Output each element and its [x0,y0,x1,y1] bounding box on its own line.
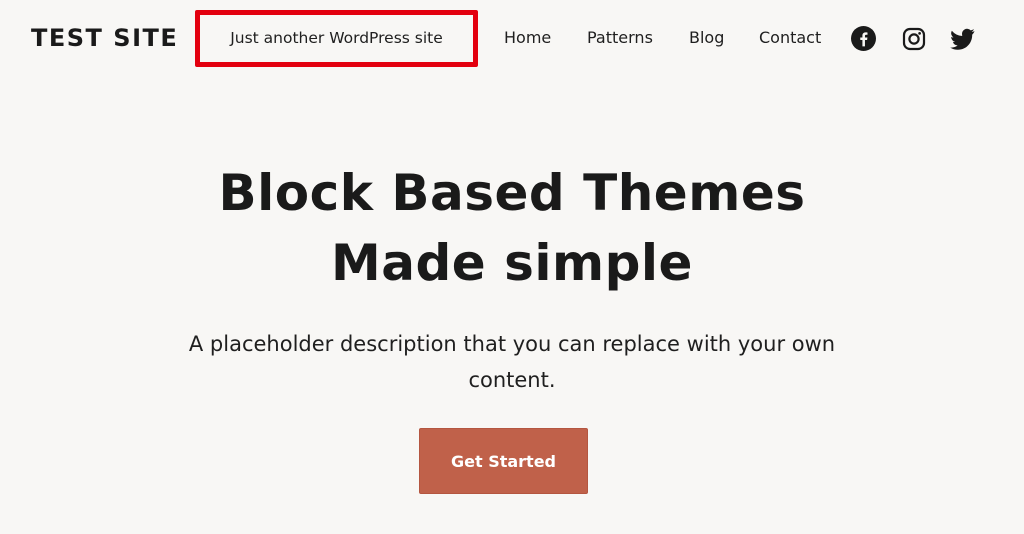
nav-contact[interactable]: Contact [759,26,821,50]
get-started-button[interactable]: Get Started [419,428,588,494]
site-header: TEST SITE Just another WordPress site Ho… [0,0,1024,80]
twitter-icon[interactable] [950,26,975,51]
nav-home[interactable]: Home [504,26,551,50]
instagram-icon[interactable] [901,26,926,51]
page: TEST SITE Just another WordPress site Ho… [0,0,1024,534]
facebook-icon[interactable] [851,26,876,51]
hero-description: A placeholder description that you can r… [188,332,836,392]
nav-patterns[interactable]: Patterns [587,26,653,50]
nav-blog[interactable]: Blog [689,26,724,50]
hero-title: Block Based Themes Made simple [218,164,806,292]
site-tagline: Just another WordPress site [230,28,443,47]
site-title[interactable]: TEST SITE [31,23,178,53]
tagline-highlight: Just another WordPress site [195,10,478,67]
